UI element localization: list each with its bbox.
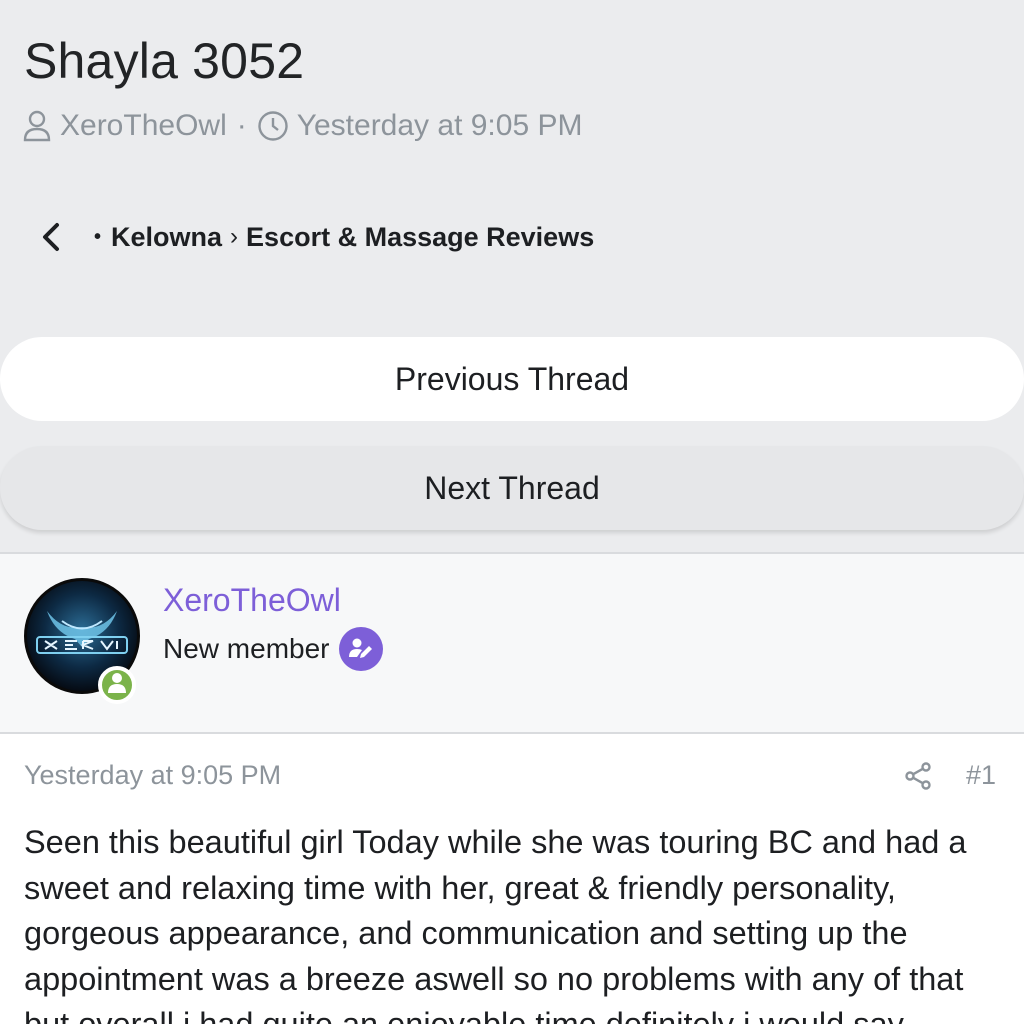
post: Yesterday at 9:05 PM #1 Seen this beauti…	[0, 734, 1024, 1024]
thread-header: Shayla 3052 XeroTheOwl · Yesterday at 9:…	[0, 0, 1024, 552]
post-line: Seen this beautiful girl Today while she…	[24, 824, 967, 860]
thread-meta: XeroTheOwl · Yesterday at 9:05 PM	[22, 106, 582, 146]
post-line: gorgeous appearance, and communication a…	[24, 915, 908, 951]
author-role: New member	[163, 627, 384, 671]
post-author-block: XeroTheOwl New member	[0, 552, 1024, 734]
breadcrumb-dot: •	[94, 225, 102, 248]
post-body: Seen this beautiful girl Today while she…	[24, 820, 1009, 1024]
online-status-badge	[98, 666, 136, 704]
clock-icon	[257, 110, 289, 142]
post-line: appointment was a breeze aswell so no pr…	[24, 960, 964, 997]
pencil-badge-icon	[339, 627, 384, 671]
user-icon	[22, 110, 52, 142]
breadcrumb-item-kelowna[interactable]: Kelowna	[111, 222, 222, 253]
post-line: but overall i had quite an enjoyable tim…	[24, 1006, 904, 1024]
thread-timestamp[interactable]: Yesterday at 9:05 PM	[297, 109, 583, 143]
user-online-icon	[107, 672, 127, 699]
author-role-label: New member	[163, 633, 330, 664]
post-date[interactable]: Yesterday at 9:05 PM	[24, 760, 281, 791]
next-thread-button[interactable]: Next Thread	[0, 446, 1024, 530]
share-icon[interactable]	[902, 760, 934, 792]
post-line: sweet and relaxing time with her, great …	[24, 869, 896, 906]
thread-title: Shayla 3052	[24, 33, 305, 89]
post-number-link[interactable]: #1	[966, 760, 996, 791]
breadcrumb: • Kelowna › Escort & Massage Reviews	[40, 216, 594, 258]
breadcrumb-separator: ›	[230, 223, 239, 250]
previous-thread-button[interactable]: Previous Thread	[0, 337, 1024, 421]
meta-separator: ·	[236, 109, 247, 142]
author-username[interactable]: XeroTheOwl	[163, 582, 341, 619]
thread-author-link[interactable]: XeroTheOwl	[60, 109, 227, 143]
chevron-left-icon[interactable]	[40, 219, 66, 255]
breadcrumb-item-reviews[interactable]: Escort & Massage Reviews	[246, 222, 594, 253]
